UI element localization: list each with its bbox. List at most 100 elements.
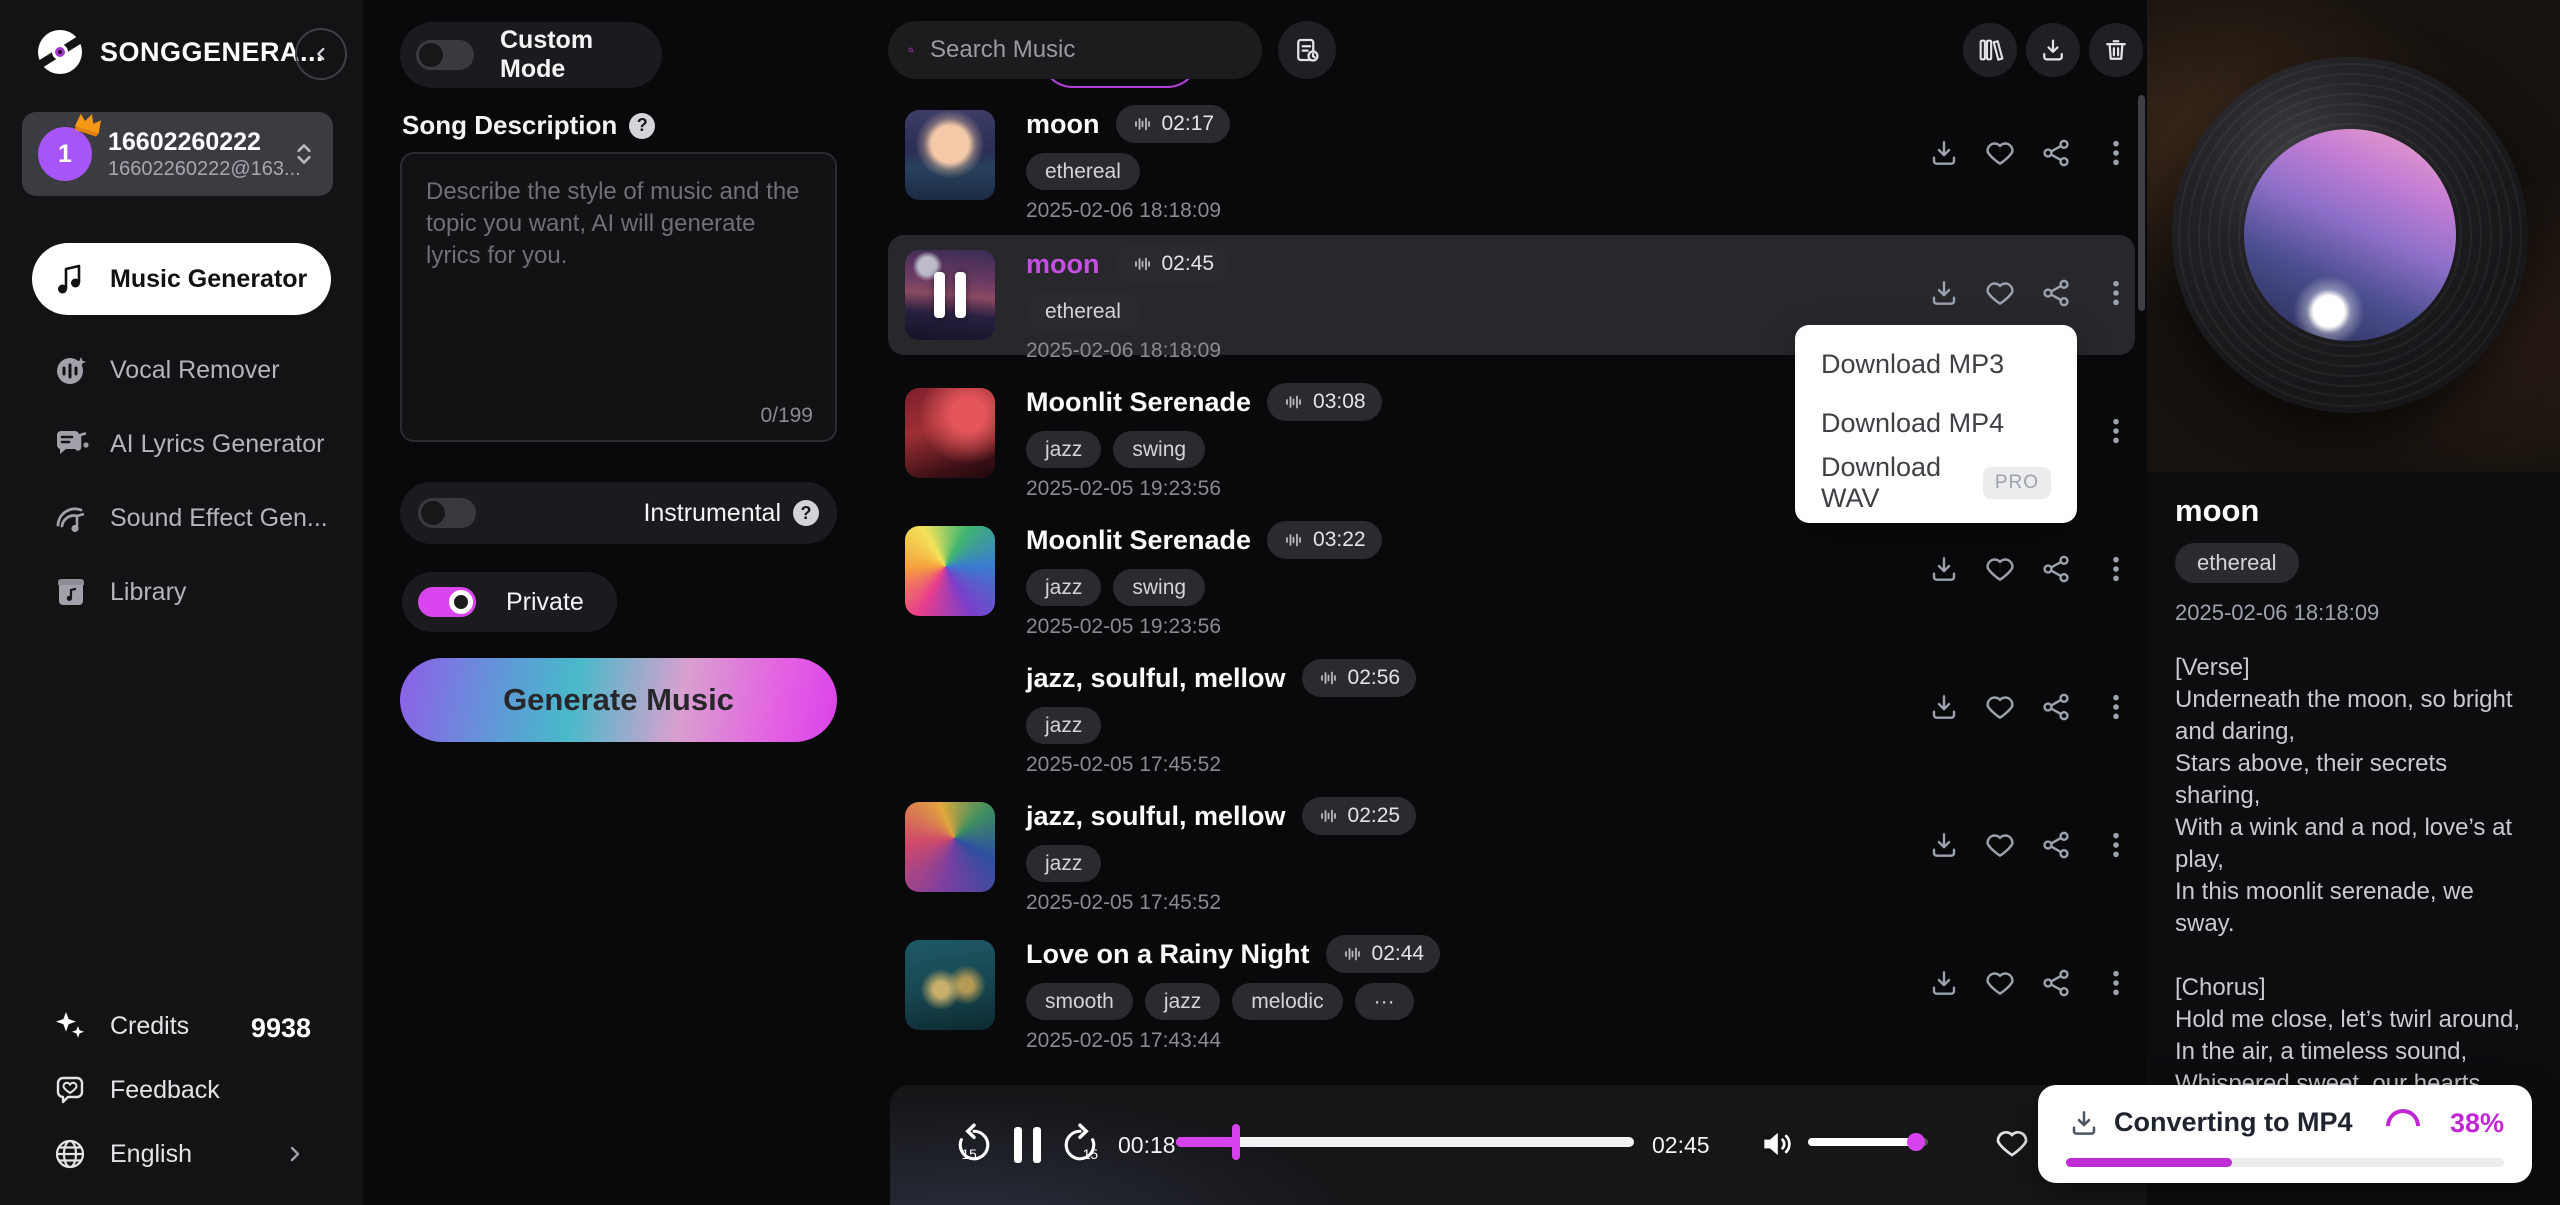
heart-icon[interactable] (1984, 137, 2016, 169)
song-row[interactable]: jazz, soulful, mellow 02:25 jazz 2025-02… (888, 787, 2135, 911)
now-playing-title: moon (2175, 493, 2259, 529)
heart-icon[interactable] (1984, 967, 2016, 999)
share-icon[interactable] (2040, 137, 2072, 169)
song-row[interactable]: moon 02:17 ethereal 2025-02-06 18:18:09 (888, 95, 2135, 219)
heart-icon[interactable] (1984, 829, 2016, 861)
more-options-icon[interactable] (2100, 553, 2132, 585)
song-title[interactable]: jazz, soulful, mellow (1026, 801, 1286, 832)
download-icon[interactable] (1928, 967, 1960, 999)
language-label: English (110, 1140, 192, 1169)
rewind-15-icon[interactable]: 15 (952, 1123, 996, 1167)
batch-delete-button[interactable] (2089, 23, 2143, 77)
volume-slider[interactable] (1808, 1138, 1928, 1146)
sidebar-item-library[interactable]: Library (32, 567, 331, 617)
heart-icon[interactable] (1984, 553, 2016, 585)
user-account-card[interactable]: 1 16602260222 16602260222@163... (22, 112, 333, 196)
more-options-icon[interactable] (2100, 415, 2132, 447)
share-icon[interactable] (2040, 277, 2072, 309)
sidebar-item-sound-effect-generator[interactable]: Sound Effect Gen... (32, 493, 331, 543)
duration-badge: 02:25 (1302, 797, 1417, 835)
pause-overlay-icon[interactable] (905, 250, 995, 340)
language-row[interactable]: English (52, 1136, 192, 1172)
song-title[interactable]: moon (1026, 249, 1100, 280)
share-icon[interactable] (2040, 691, 2072, 723)
seek-handle[interactable] (1232, 1124, 1240, 1160)
song-description-input[interactable] (402, 154, 835, 384)
credits-row[interactable]: Credits (52, 1008, 189, 1044)
pause-button[interactable] (1014, 1127, 1041, 1163)
menu-item-download-wav[interactable]: Download WAV PRO (1795, 453, 2077, 512)
more-options-icon[interactable] (2100, 967, 2132, 999)
seek-bar[interactable] (1176, 1137, 1634, 1147)
tag-chip[interactable]: ethereal (1026, 153, 1140, 190)
custom-mode-toggle[interactable] (416, 40, 474, 70)
batch-download-button[interactable] (2026, 23, 2080, 77)
instrumental-toggle[interactable] (418, 498, 476, 528)
tag-chip[interactable]: swing (1113, 569, 1205, 606)
download-icon[interactable] (1928, 691, 1960, 723)
song-thumbnail[interactable] (905, 526, 995, 616)
tag-chip[interactable]: jazz (1026, 431, 1101, 468)
song-thumbnail[interactable] (905, 388, 995, 478)
generation-history-button[interactable] (1278, 21, 1336, 79)
song-thumbnail[interactable] (905, 664, 995, 754)
tag-chip[interactable]: jazz (1026, 707, 1101, 744)
tag-chip[interactable]: melodic (1232, 983, 1342, 1020)
private-toggle[interactable] (418, 587, 476, 617)
search-input[interactable] (928, 35, 1242, 65)
sidebar-item-music-generator[interactable]: Music Generator (32, 243, 331, 315)
avatar-badge: 1 (58, 140, 72, 169)
heart-icon[interactable] (1984, 691, 2016, 723)
tag-chip[interactable]: jazz (1145, 983, 1220, 1020)
batch-library-button[interactable] (1963, 23, 2017, 77)
more-options-icon[interactable] (2100, 277, 2132, 309)
song-title[interactable]: Moonlit Serenade (1026, 525, 1251, 556)
song-title[interactable]: moon (1026, 109, 1100, 140)
tag-chip[interactable]: smooth (1026, 983, 1133, 1020)
sidebar-item-vocal-remover[interactable]: Vocal Remover (32, 345, 331, 395)
help-icon[interactable]: ? (629, 113, 655, 139)
song-row[interactable]: Moonlit Serenade 03:22 jazz swing 2025-0… (888, 511, 2135, 635)
tag-chip[interactable]: swing (1113, 431, 1205, 468)
song-row[interactable]: jazz, soulful, mellow 02:56 jazz 2025-02… (888, 649, 2135, 773)
sidebar-item-ai-lyrics-generator[interactable]: AI Lyrics Generator (32, 419, 331, 469)
song-thumbnail[interactable] (905, 940, 995, 1030)
sidebar-collapse-button[interactable] (295, 28, 347, 80)
song-title[interactable]: Moonlit Serenade (1026, 387, 1251, 418)
menu-item-download-mp3[interactable]: Download MP3 (1795, 335, 2077, 394)
help-icon[interactable]: ? (793, 500, 819, 526)
forward-15-icon[interactable]: 15 (1058, 1123, 1102, 1167)
generate-music-button[interactable]: Generate Music (400, 658, 837, 742)
tag-chip[interactable]: ethereal (1026, 293, 1140, 330)
song-row[interactable]: Love on a Rainy Night 02:44 smooth jazz … (888, 925, 2135, 1049)
song-title[interactable]: Love on a Rainy Night (1026, 939, 1310, 970)
now-playing-tag[interactable]: ethereal (2175, 543, 2299, 583)
vinyl-disc[interactable] (2172, 57, 2528, 413)
feedback-row[interactable]: Feedback (52, 1072, 220, 1108)
more-options-icon[interactable] (2100, 691, 2132, 723)
song-thumbnail[interactable] (905, 110, 995, 200)
download-icon[interactable] (1928, 277, 1960, 309)
share-icon[interactable] (2040, 553, 2072, 585)
volume-icon[interactable] (1758, 1125, 1796, 1163)
song-title[interactable]: jazz, soulful, mellow (1026, 663, 1286, 694)
search-bar (888, 21, 1262, 79)
heart-icon[interactable] (1994, 1125, 2030, 1161)
expand-icon[interactable] (291, 139, 317, 169)
list-scrollbar[interactable] (2138, 95, 2145, 311)
tag-overflow-chip[interactable]: ··· (1355, 983, 1414, 1020)
share-icon[interactable] (2040, 829, 2072, 861)
tag-chip[interactable]: jazz (1026, 569, 1101, 606)
song-thumbnail[interactable] (905, 250, 995, 340)
menu-item-download-mp4[interactable]: Download MP4 (1795, 394, 2077, 453)
download-icon[interactable] (1928, 137, 1960, 169)
more-options-icon[interactable] (2100, 137, 2132, 169)
download-icon[interactable] (1928, 829, 1960, 861)
tag-chip[interactable]: jazz (1026, 845, 1101, 882)
download-icon[interactable] (1928, 553, 1960, 585)
heart-icon[interactable] (1984, 277, 2016, 309)
more-options-icon[interactable] (2100, 829, 2132, 861)
song-thumbnail[interactable] (905, 802, 995, 892)
share-icon[interactable] (2040, 967, 2072, 999)
volume-handle[interactable] (1907, 1133, 1925, 1151)
